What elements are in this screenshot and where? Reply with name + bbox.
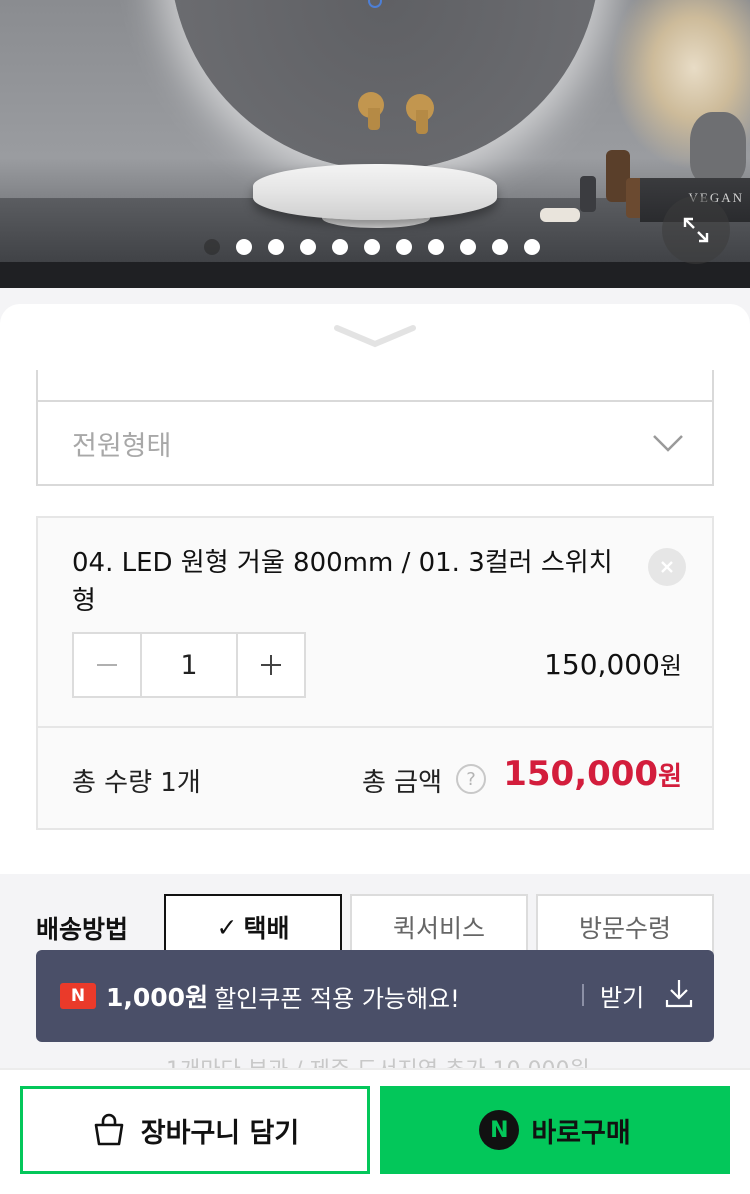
delivery-label: 배송방법: [36, 915, 129, 944]
option-name: 04. LED 원형 거울 800mm / 01. 3컬러 스위치형: [72, 548, 613, 616]
power-type-placeholder: 전원형태: [72, 430, 172, 462]
gallery-dot[interactable]: [332, 239, 348, 255]
total-quantity-value: 1개: [160, 768, 201, 798]
option-price: 150,000원: [544, 646, 682, 681]
option-price-unit: 원: [659, 652, 682, 680]
power-type-select[interactable]: 전원형태: [36, 400, 714, 486]
total-quantity-label: 총 수량: [72, 768, 153, 798]
gallery-dot[interactable]: [204, 239, 220, 255]
total-amount-value: 150,000: [503, 754, 659, 794]
coupon-amount: 1,000원: [106, 983, 209, 1012]
chevron-down-icon: [653, 435, 683, 452]
download-icon[interactable]: [662, 976, 696, 1010]
remove-option-button[interactable]: [648, 548, 686, 586]
add-to-cart-label: 장바구니 담기: [140, 1117, 300, 1149]
gallery-dot[interactable]: [396, 239, 412, 255]
naver-n-icon: N: [479, 1110, 520, 1150]
total-quantity: 총 수량 1개: [72, 762, 201, 799]
mirror-image: [170, 0, 600, 170]
add-to-cart-button[interactable]: 장바구니 담기: [20, 1086, 370, 1174]
total-amount-label: 총 금액: [362, 768, 443, 798]
collapse-chevron-icon[interactable]: [333, 322, 417, 352]
gallery-dot[interactable]: [428, 239, 444, 255]
help-icon[interactable]: ?: [456, 764, 486, 794]
check-icon: ✓: [216, 912, 238, 942]
quantity-stepper: 1: [72, 632, 306, 698]
gallery-dot[interactable]: [524, 239, 540, 255]
divider: [582, 984, 584, 1006]
option-sheet: 전원형태 04. LED 원형 거울 800mm / 01. 3컬러 스위치형 …: [0, 304, 750, 874]
delivery-option-label: 방문수령: [578, 914, 671, 943]
total-amount-unit: 원: [658, 762, 682, 792]
vase-decoration: [690, 112, 746, 184]
cabinet: [0, 262, 750, 288]
gallery-dot[interactable]: [364, 239, 380, 255]
close-icon: [661, 561, 673, 573]
faucet-lever: [416, 110, 428, 134]
gallery-dot[interactable]: [460, 239, 476, 255]
product-image-gallery[interactable]: VEGAN: [0, 0, 750, 288]
buy-now-label: 바로구매: [531, 1117, 631, 1149]
option-price-value: 150,000: [544, 648, 660, 681]
gallery-dot[interactable]: [300, 239, 316, 255]
naver-badge-icon: N: [60, 983, 96, 1009]
totals-row: 총 수량 1개 총 금액 ? 150,000원: [38, 728, 712, 828]
increment-button[interactable]: [238, 634, 304, 696]
quantity-value[interactable]: 1: [140, 634, 238, 696]
expand-icon: [683, 217, 709, 243]
selected-option-box: 04. LED 원형 거울 800mm / 01. 3컬러 스위치형 1 150…: [36, 516, 714, 830]
gallery-dot[interactable]: [236, 239, 252, 255]
previous-option-select[interactable]: [36, 370, 714, 402]
coupon-get-button[interactable]: 받기: [600, 978, 644, 1013]
bottle-decoration: [580, 176, 596, 212]
soap-decoration: [540, 208, 580, 222]
coupon-toast[interactable]: N 1,000원 할인쿠폰 적용 가능해요! 받기: [36, 950, 714, 1042]
bottom-action-bar: 장바구니 담기 N 바로구매: [0, 1068, 750, 1194]
faucet-spout: [368, 108, 380, 130]
minus-icon: [97, 664, 117, 666]
delivery-option-label: 퀵서비스: [392, 914, 485, 943]
gallery-pagination: [204, 239, 540, 255]
gallery-dot[interactable]: [268, 239, 284, 255]
expand-image-button[interactable]: [662, 196, 730, 264]
total-amount: 150,000원: [503, 754, 682, 794]
plus-icon: [261, 655, 281, 675]
selected-option-item: 04. LED 원형 거울 800mm / 01. 3컬러 스위치형 1 150…: [38, 518, 712, 726]
buy-now-button[interactable]: N 바로구매: [380, 1086, 730, 1174]
shopping-bag-icon: [94, 1113, 124, 1146]
gallery-dot[interactable]: [492, 239, 508, 255]
basin-image: [253, 164, 497, 220]
decrement-button[interactable]: [74, 634, 140, 696]
delivery-option-label: 택배: [243, 914, 290, 943]
coupon-text: 할인쿠폰 적용 가능해요!: [214, 984, 460, 1013]
